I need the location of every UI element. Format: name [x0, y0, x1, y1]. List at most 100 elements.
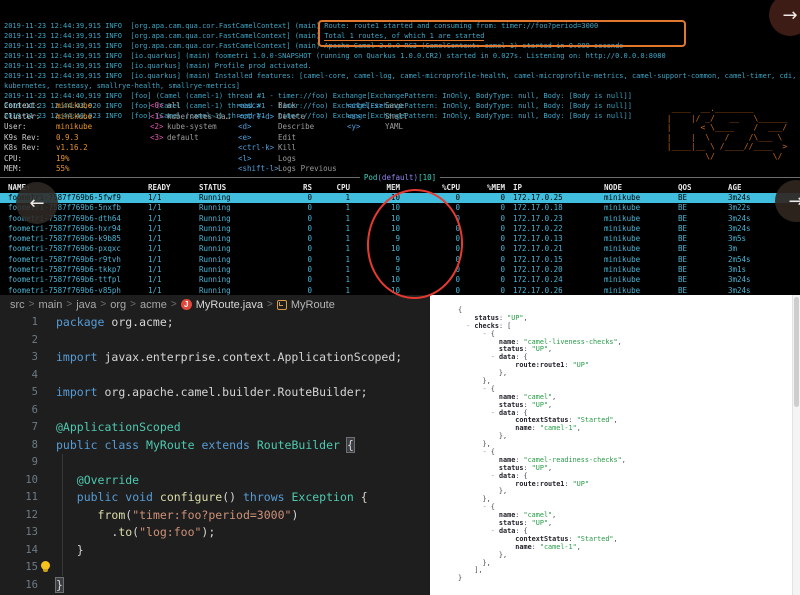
- log-line: 2019-11-23 12:44:39,915 INFO [org.apa.ca…: [4, 31, 800, 41]
- action-shortcut: <l>Logs: [238, 154, 337, 165]
- k9s-logo: ____ __.________ | |/ _/ __ \______ | < …: [667, 104, 792, 161]
- hotkey: <e>: [238, 133, 278, 144]
- hotkey-label: kube-system: [167, 122, 217, 131]
- lightbulb-icon[interactable]: [41, 561, 50, 570]
- breadcrumb-item[interactable]: acme: [140, 299, 167, 311]
- hotkey-label: Shell: [385, 112, 408, 121]
- line-number: 5: [0, 384, 38, 402]
- column-header: IP: [505, 182, 604, 193]
- code-line: 15: [0, 559, 430, 577]
- namespace-shortcut: <3>default: [150, 133, 230, 144]
- info-value: minikube: [56, 122, 92, 131]
- info-value: v1.16.2: [56, 143, 88, 152]
- column-header: %CPU: [400, 182, 460, 193]
- right-arrow-icon: →: [788, 191, 800, 212]
- hotkey-label: default: [167, 133, 199, 142]
- line-number: 10: [0, 472, 38, 490]
- info-label: CPU:: [4, 154, 56, 165]
- info-label: Cluster:: [4, 112, 56, 123]
- breadcrumb-item[interactable]: main: [39, 299, 63, 311]
- hotkey-label: Logs: [278, 154, 296, 163]
- cluster-info-row: K8s Rev:v1.16.2: [4, 143, 92, 154]
- info-label: K9s Rev:: [4, 133, 56, 144]
- namespace-shortcuts: <0>all<1>kubernetes-da…<2>kube-system<3>…: [150, 101, 230, 143]
- line-number: 11: [0, 489, 38, 507]
- pod-row[interactable]: foometri-7587f769b6-pxqxc1/1Running01100…: [0, 244, 800, 254]
- code-line: 1package org.acme;: [0, 314, 430, 332]
- action-shortcut: <e>Edit: [238, 133, 337, 144]
- action-shortcut: <d>Describe: [238, 122, 337, 133]
- pod-table-title: Pod(default)[10]: [360, 172, 440, 183]
- pod-row[interactable]: foometri-7587f769b6-r9tvh1/1Running01900…: [0, 255, 800, 265]
- pod-row[interactable]: foometri-7587f769b6-5nxfb1/1Running01100…: [0, 203, 800, 213]
- log-line: 2019-11-23 12:44:39,915 INFO [io.quarkus…: [4, 71, 800, 81]
- line-number: 13: [0, 524, 38, 542]
- hotkey: <ctrl-s>: [347, 101, 385, 112]
- pod-row[interactable]: foometri-7587f769b6-dth641/1Running01100…: [0, 214, 800, 224]
- info-label: Context:: [4, 101, 56, 112]
- hotkey: <s>: [347, 112, 385, 123]
- line-number: 4: [0, 367, 38, 385]
- table-title-resource: Pod: [364, 173, 378, 182]
- breadcrumb-separator: >: [100, 299, 106, 310]
- code-line: 12 from("timer:foo?period=3000"): [0, 507, 430, 525]
- column-header: NODE: [604, 182, 678, 193]
- log-line: kubernetes, resteasy, smallrye-health, s…: [4, 81, 800, 91]
- code-line: 9: [0, 454, 430, 472]
- breadcrumb-symbol[interactable]: MyRoute: [277, 299, 335, 311]
- java-file-icon: J: [181, 299, 192, 310]
- table-title-namespace: (default): [377, 173, 418, 182]
- code-line: 4: [0, 367, 430, 385]
- column-header: MEM: [350, 182, 400, 193]
- info-value: minikube: [56, 101, 92, 110]
- collapse-toggle[interactable]: -: [483, 448, 491, 456]
- code-lines: 1package org.acme;23import javax.enterpr…: [0, 314, 430, 594]
- info-value: minikube: [56, 112, 92, 121]
- breadcrumb-item[interactable]: org: [110, 299, 126, 311]
- collapse-toggle[interactable]: -: [483, 503, 491, 511]
- breadcrumb-file[interactable]: J MyRoute.java: [181, 299, 263, 311]
- action-shortcut: <esc>Back: [238, 101, 337, 112]
- pod-row[interactable]: foometri-7587f769b6-k9b851/1Running01900…: [0, 234, 800, 244]
- table-title-count: [10]: [418, 173, 436, 182]
- pod-table: Pod(default)[10] NAME↑READYSTATUSRSCPUME…: [0, 177, 800, 296]
- pod-row[interactable]: foometri-7587f769b6-tkkp71/1Running01900…: [0, 265, 800, 275]
- cluster-info-row: Context:minikube: [4, 101, 92, 112]
- scrollbar-thumb[interactable]: [794, 297, 799, 407]
- pod-row[interactable]: foometri-7587f769b6-5fwf91/1Running01100…: [0, 193, 800, 203]
- info-label: User:: [4, 122, 56, 133]
- namespace-shortcut: <2>kube-system: [150, 122, 230, 133]
- hotkey: <0>: [150, 101, 167, 112]
- collapse-toggle[interactable]: -: [483, 385, 491, 393]
- collapse-toggle[interactable]: -: [491, 472, 499, 480]
- namespace-shortcut: <1>kubernetes-da…: [150, 112, 230, 123]
- column-header: READY: [148, 182, 199, 193]
- collapse-toggle[interactable]: -: [483, 330, 491, 338]
- prev-arrow-button[interactable]: ←: [16, 182, 58, 224]
- pod-row[interactable]: foometri-7587f769b6-hxr941/1Running01100…: [0, 224, 800, 234]
- scrollbar[interactable]: [792, 295, 800, 595]
- breadcrumb-item[interactable]: src: [10, 299, 25, 311]
- line-number: 3: [0, 349, 38, 367]
- collapse-toggle[interactable]: -: [491, 409, 499, 417]
- line-number: 12: [0, 507, 38, 525]
- breadcrumb-item[interactable]: java: [76, 299, 96, 311]
- code-line: 10 @Override: [0, 472, 430, 490]
- code-line: 13 .to("log:foo");: [0, 524, 430, 542]
- log-line: 2019-11-23 12:44:39,915 INFO [org.apa.ca…: [4, 41, 800, 51]
- code-line: 16}: [0, 577, 430, 595]
- line-number: 9: [0, 454, 38, 472]
- collapse-toggle[interactable]: -: [491, 527, 499, 535]
- cluster-info-row: MEM:55%: [4, 164, 92, 175]
- line-number: 14: [0, 542, 38, 560]
- hotkey: <2>: [150, 122, 167, 133]
- action-shortcut: <s>Shell: [347, 112, 408, 123]
- collapse-toggle[interactable]: -: [491, 353, 499, 361]
- hotkey: <ctrl-k>: [238, 143, 278, 154]
- class-symbol-icon: [277, 300, 287, 310]
- hotkey-label: YAML: [385, 122, 403, 131]
- code-editor: src>main>java>org>acme> J MyRoute.java >…: [0, 295, 430, 595]
- hotkey-label: Kill: [278, 143, 296, 152]
- pod-row[interactable]: foometri-7587f769b6-ttfpl1/1Running01100…: [0, 275, 800, 285]
- action-shortcut: <ctrl-k>Kill: [238, 143, 337, 154]
